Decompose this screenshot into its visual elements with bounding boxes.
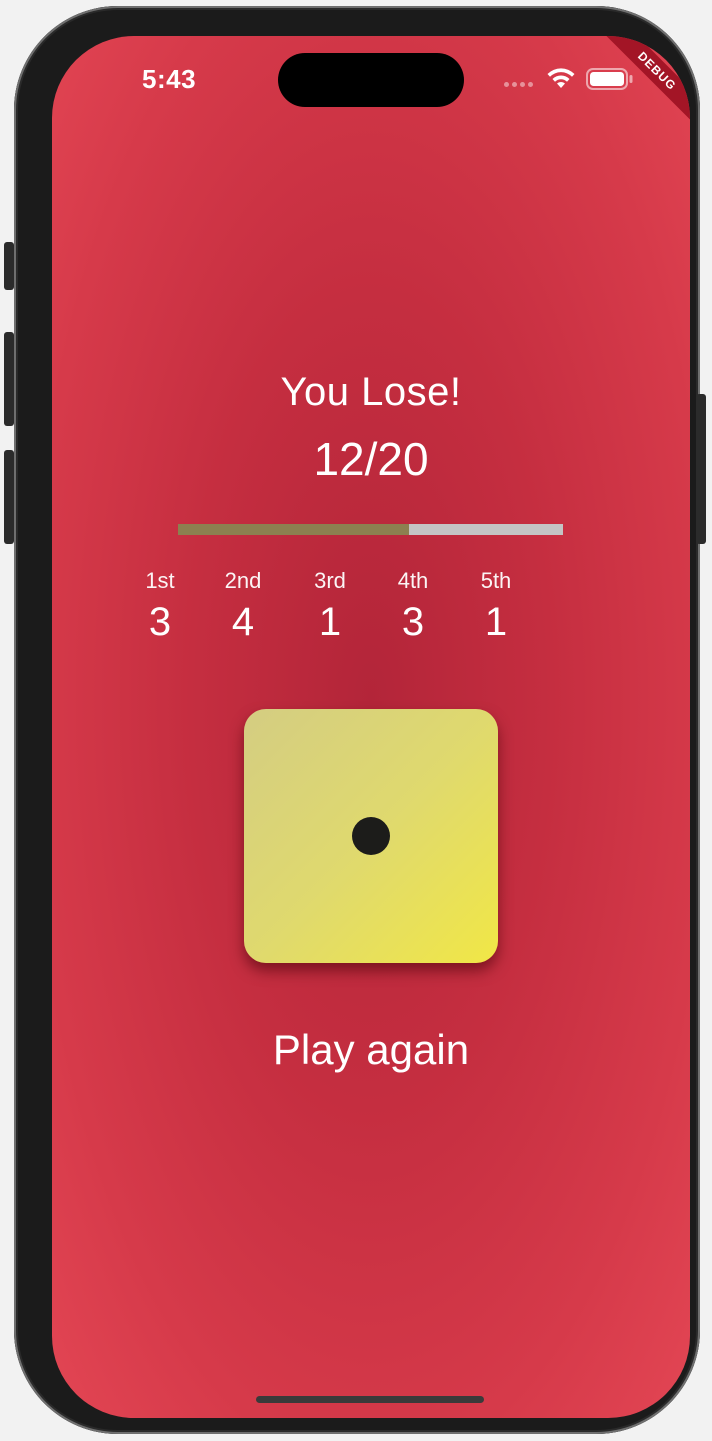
- round-value: 3: [148, 600, 172, 644]
- battery-icon: [586, 68, 633, 90]
- volume-down-button: [4, 450, 14, 544]
- score-progress-fill: [178, 524, 409, 535]
- action-button: [4, 242, 14, 290]
- phone-frame: 5:43 DEBUG You Lose! 12/20 1st 3 2nd 4 3…: [4, 6, 706, 1434]
- round-value: 4: [231, 600, 255, 644]
- round-value: 1: [484, 600, 508, 644]
- play-again-button[interactable]: Play again: [52, 1026, 690, 1074]
- round-4: 4th 3: [373, 568, 453, 645]
- round-5: 5th 1: [456, 568, 536, 645]
- round-label: 2nd: [224, 568, 262, 593]
- round-label: 5th: [480, 568, 512, 593]
- volume-up-button: [4, 332, 14, 426]
- home-indicator[interactable]: [256, 1396, 484, 1403]
- round-2: 2nd 4: [203, 568, 283, 645]
- round-results: 1st 3 2nd 4 3rd 1 4th 3 5th 1: [145, 568, 580, 658]
- round-1: 1st 3: [120, 568, 200, 645]
- round-label: 1st: [145, 568, 175, 593]
- power-button: [696, 394, 706, 544]
- round-3: 3rd 1: [290, 568, 370, 645]
- round-label: 4th: [397, 568, 429, 593]
- status-time: 5:43: [142, 64, 197, 94]
- score-text: 12/20: [313, 433, 429, 485]
- wifi-icon: [547, 68, 575, 88]
- score-progress-bar: [178, 524, 563, 535]
- round-value: 1: [318, 600, 342, 644]
- result-title: You Lose!: [280, 370, 462, 414]
- cellular-signal-icon: [504, 82, 533, 87]
- die-pip: [352, 817, 390, 855]
- round-label: 3rd: [314, 568, 346, 593]
- round-value: 3: [401, 600, 425, 644]
- die-face-one-icon[interactable]: [244, 709, 498, 963]
- dynamic-island: [278, 53, 464, 107]
- screen: 5:43 DEBUG You Lose! 12/20 1st 3 2nd 4 3…: [52, 36, 690, 1418]
